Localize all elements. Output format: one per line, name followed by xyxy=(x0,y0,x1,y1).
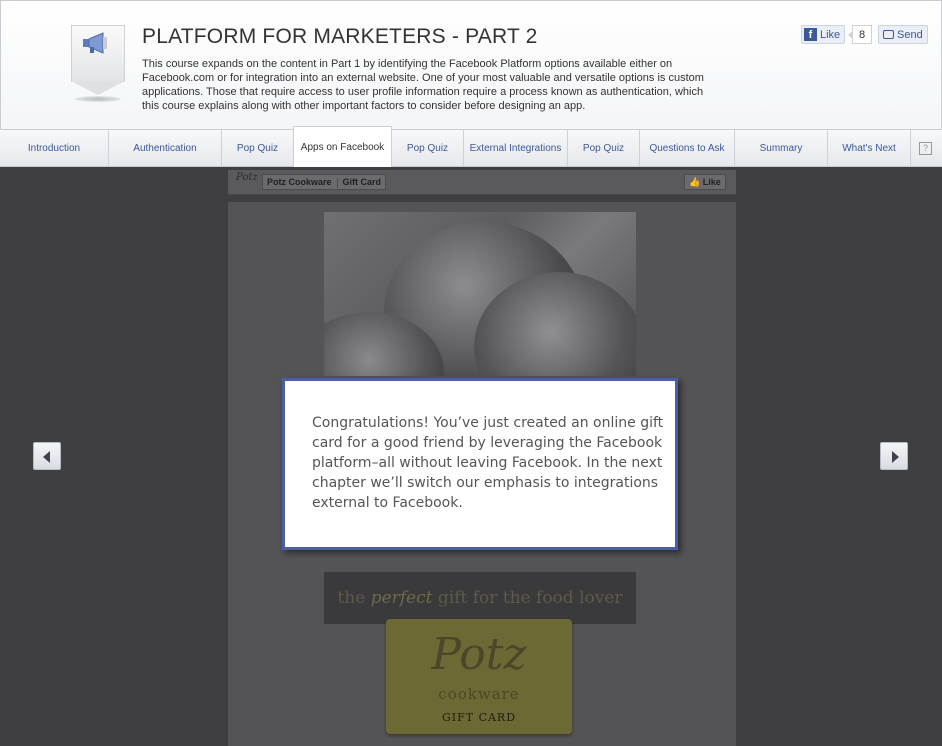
tab-external-integrations[interactable]: External Integrations xyxy=(464,130,568,167)
like-count: 8 xyxy=(848,25,872,44)
chapter-tabs: Introduction Authentication Pop Quiz App… xyxy=(0,126,942,167)
breadcrumb-app: Gift Card xyxy=(342,177,382,187)
arrow-right-icon xyxy=(892,451,899,463)
course-badge-tip xyxy=(71,81,125,95)
facebook-icon: f xyxy=(804,28,817,41)
previous-button[interactable] xyxy=(33,442,61,470)
tab-summary[interactable]: Summary xyxy=(735,130,828,167)
gift-card-subtitle: cookware xyxy=(438,685,520,703)
course-header: PLATFORM FOR MARKETERS - PART 2 This cou… xyxy=(0,0,942,130)
app-breadcrumb: Potz Cookware Gift Card xyxy=(262,174,387,190)
megaphone-icon xyxy=(83,32,107,54)
facebook-send-button[interactable]: Send xyxy=(878,25,928,44)
tab-introduction[interactable]: Introduction xyxy=(0,130,109,167)
course-description: This course expands on the content in Pa… xyxy=(142,58,704,112)
thumbs-up-icon: 👍 xyxy=(689,177,701,187)
breadcrumb-page: Potz Cookware xyxy=(267,177,332,187)
speech-bubble-icon xyxy=(883,30,894,39)
like-label: Like xyxy=(820,28,841,41)
gift-card-image: Potz cookware GIFT CARD xyxy=(386,619,572,734)
breadcrumb-separator xyxy=(336,177,338,188)
banner-text-post: gift for the food lover xyxy=(437,588,623,608)
gift-banner: the perfect gift for the food lover xyxy=(324,572,636,624)
arrow-left-icon xyxy=(43,451,50,463)
next-button[interactable] xyxy=(880,442,908,470)
potz-mini-logo: Potz xyxy=(236,172,258,183)
tab-authentication[interactable]: Authentication xyxy=(109,130,222,167)
tab-whats-next[interactable]: What's Next xyxy=(828,130,911,167)
course-badge-shadow xyxy=(75,96,121,102)
banner-text-pre: the xyxy=(337,588,366,608)
tab-questions-to-ask[interactable]: Questions to Ask xyxy=(640,130,735,167)
gift-card-logo: Potz xyxy=(431,629,527,680)
message-dialog: Congratulations! You’ve just created an … xyxy=(282,378,678,550)
tab-pop-quiz-1[interactable]: Pop Quiz xyxy=(222,130,294,167)
preview-like-label: Like xyxy=(702,177,721,187)
tab-pop-quiz-3[interactable]: Pop Quiz xyxy=(568,130,640,167)
tab-pop-quiz-2[interactable]: Pop Quiz xyxy=(392,130,464,167)
tab-apps-on-facebook[interactable]: Apps on Facebook xyxy=(293,126,392,167)
banner-text-emphasis: perfect xyxy=(370,588,433,608)
facebook-like-button[interactable]: f Like xyxy=(801,25,846,44)
help-icon[interactable]: ? xyxy=(919,142,932,155)
gift-card-label: GIFT CARD xyxy=(441,711,517,724)
preview-like-button: 👍 Like xyxy=(684,174,726,190)
cookware-photo xyxy=(324,212,636,376)
dialog-message: Congratulations! You’ve just created an … xyxy=(312,415,664,511)
page-title: PLATFORM FOR MARKETERS - PART 2 xyxy=(142,25,538,48)
send-label: Send xyxy=(897,28,923,41)
